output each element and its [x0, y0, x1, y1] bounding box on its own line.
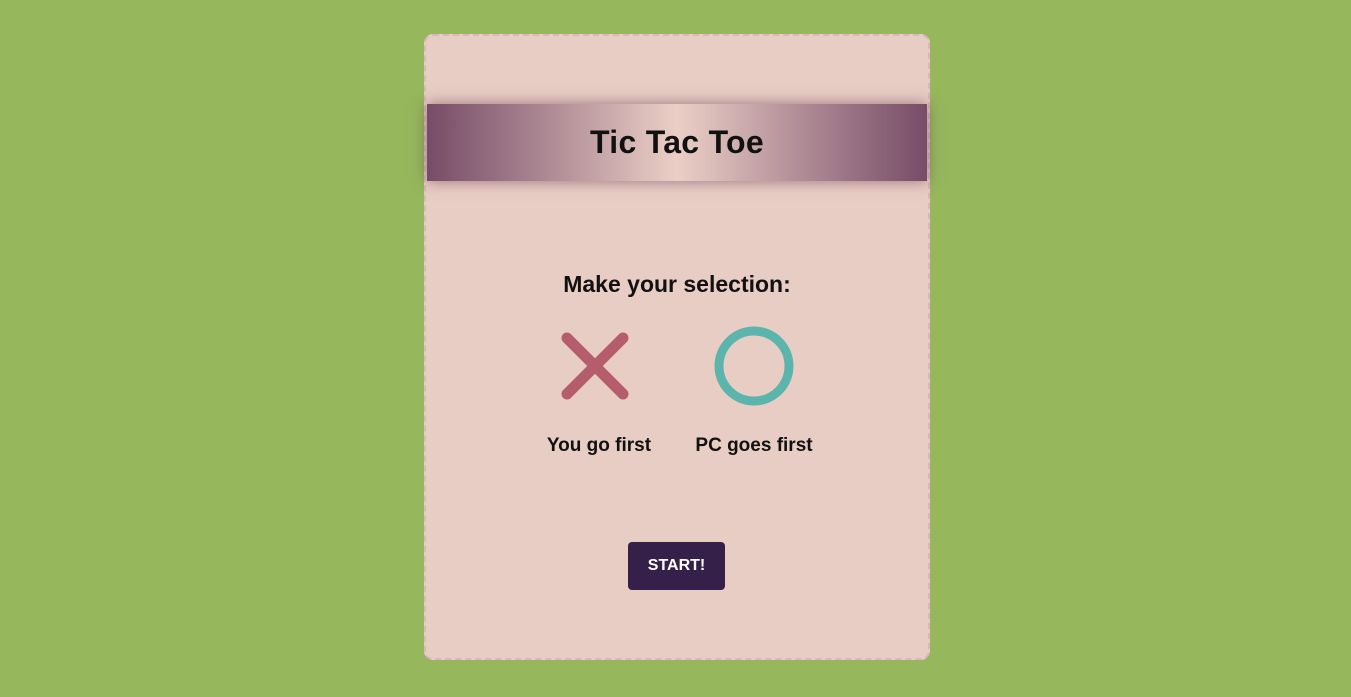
you-go-first-label: You go first [546, 435, 652, 456]
game-setup-card: Tic Tac Toe Make your selection: You go … [424, 34, 930, 660]
pc-goes-first-label: PC goes first [695, 435, 813, 456]
o-ring-icon[interactable] [714, 326, 794, 406]
choose-o-option[interactable]: PC goes first [679, 326, 829, 461]
choose-x-option[interactable]: You go first [524, 326, 674, 461]
x-mark-icon[interactable] [559, 326, 639, 406]
selection-prompt: Make your selection: [563, 271, 791, 297]
title-banner: Tic Tac Toe [427, 104, 927, 181]
start-button[interactable]: START! [628, 542, 725, 590]
page-title: Tic Tac Toe [589, 124, 765, 160]
